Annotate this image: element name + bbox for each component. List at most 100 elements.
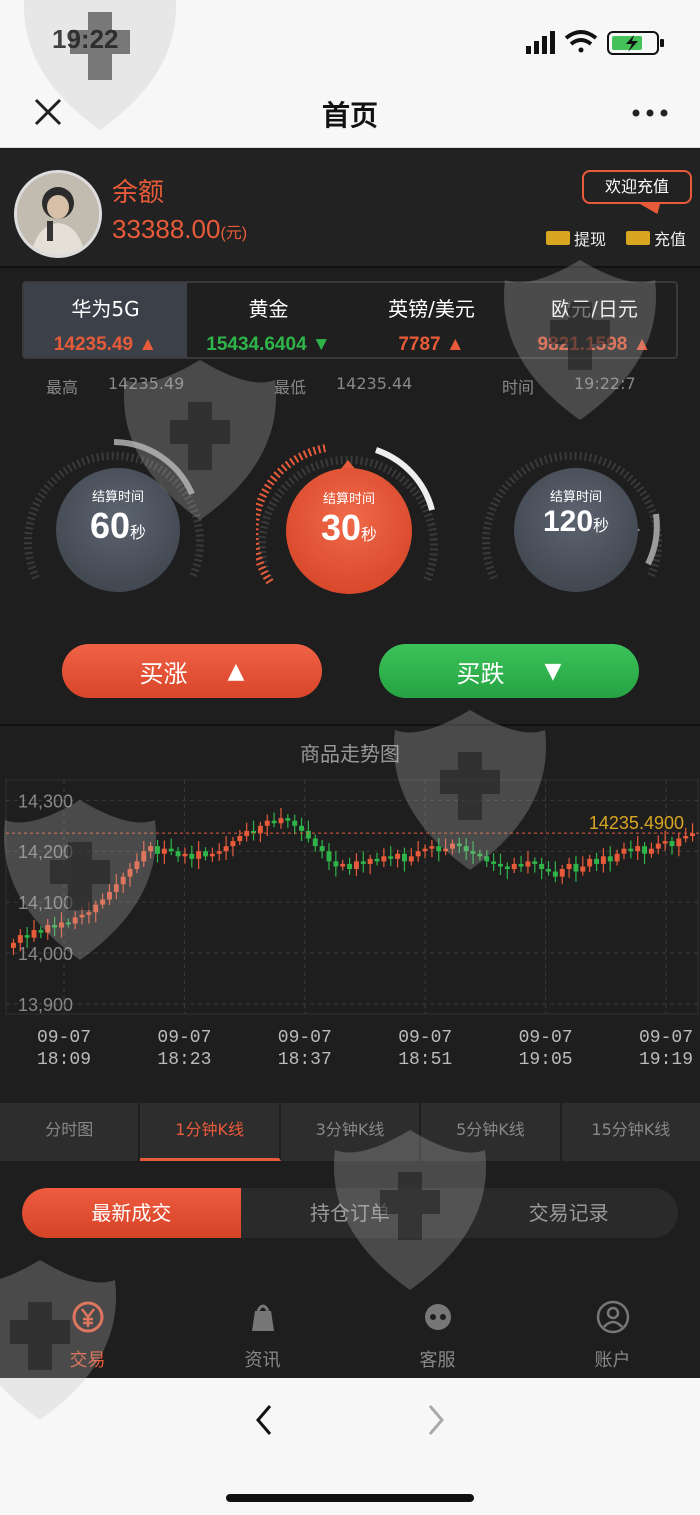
arrow-up-icon: ▲ xyxy=(138,334,158,355)
settlement-dial-120[interactable]: 结算时间 120秒 xyxy=(480,434,664,618)
candle-body xyxy=(594,858,599,864)
candle-body xyxy=(552,871,558,877)
candle-body xyxy=(161,848,167,854)
candle-body xyxy=(587,858,593,867)
candle-body xyxy=(148,846,154,852)
period-tab-5min[interactable]: 5分钟K线 xyxy=(421,1103,562,1161)
candle-body xyxy=(189,853,195,859)
low-label: 最低 xyxy=(274,378,307,397)
asset-tab-eurjpy[interactable]: 欧元/日元 9821.1598 ▲ xyxy=(513,283,676,357)
nav-item-news[interactable]: 资讯 xyxy=(175,1285,350,1377)
asset-price: 15434.6404 ▼ xyxy=(206,334,331,355)
candle-body xyxy=(134,861,140,870)
candle-body xyxy=(395,853,401,859)
asset-tabs: 华为5G 14235.49 ▲ 黄金 15434.6404 ▼ 英镑/美元 77… xyxy=(22,281,678,359)
arrow-up-icon: ▲ xyxy=(227,658,245,684)
buy-down-button[interactable]: 买跌 ▼ xyxy=(379,644,639,698)
battery-icon xyxy=(607,31,664,55)
candle-body xyxy=(408,856,414,862)
withdraw-button[interactable]: 提现 xyxy=(546,226,606,250)
avatar[interactable] xyxy=(14,170,102,258)
x-tick-time: 19:05 xyxy=(519,1050,573,1070)
candle-body xyxy=(422,848,428,852)
candle-body xyxy=(388,856,394,859)
candle-body xyxy=(31,930,37,938)
x-tick-time: 19:19 xyxy=(639,1050,693,1070)
x-tick-time: 18:09 xyxy=(37,1050,91,1070)
x-tick-date: 09-07 xyxy=(519,1028,573,1048)
period-tab-1min[interactable]: 1分钟K线 xyxy=(140,1103,281,1161)
candle-body xyxy=(278,818,284,824)
more-icon[interactable] xyxy=(630,100,670,126)
candle-body xyxy=(566,863,572,870)
candle-body xyxy=(676,838,682,847)
nav-item-service[interactable]: 客服 xyxy=(350,1285,525,1377)
asset-tab-gold[interactable]: 黄金 15434.6404 ▼ xyxy=(187,283,350,357)
kline-chart[interactable]: 13,90014,00014,10014,20014,30009-0718:09… xyxy=(0,770,700,1080)
period-tab-3min[interactable]: 3分钟K线 xyxy=(281,1103,422,1161)
candle-body xyxy=(257,825,263,834)
buy-up-label: 买涨 xyxy=(139,659,188,688)
candle-body xyxy=(621,848,627,854)
nav-item-account[interactable]: 账户 xyxy=(525,1285,700,1377)
candle-body xyxy=(573,863,579,872)
candle-body xyxy=(271,820,277,824)
period-tab-timeshare[interactable]: 分时图 xyxy=(0,1103,141,1161)
candle-body xyxy=(655,843,661,849)
wifi-icon xyxy=(564,30,598,53)
chevron-right-icon[interactable] xyxy=(420,1400,450,1440)
arrow-down-icon: ▼ xyxy=(544,658,562,684)
settlement-dial-30[interactable]: 结算时间 30秒 xyxy=(256,438,440,622)
candle-body xyxy=(155,846,160,854)
candle-body xyxy=(299,825,305,831)
dial-caption: 结算时间 xyxy=(91,490,144,505)
candle-body xyxy=(305,830,311,839)
chart-title: 商品走势图 xyxy=(300,742,400,766)
asset-tab-huawei[interactable]: 华为5G 14235.49 ▲ xyxy=(24,283,187,357)
x-tick-date: 09-07 xyxy=(398,1028,452,1048)
dial-value: 60 xyxy=(89,505,131,546)
nav-item-trade[interactable]: 交易 xyxy=(0,1285,175,1377)
candle-body xyxy=(141,851,147,862)
candle-body xyxy=(45,924,51,933)
asset-tab-gbpusd[interactable]: 英镑/美元 7787 ▲ xyxy=(350,283,513,357)
candle-body xyxy=(38,930,44,933)
candle-body xyxy=(436,846,442,852)
x-tick-time: 18:51 xyxy=(398,1050,452,1070)
welcome-recharge-bubble[interactable]: 欢迎充值 xyxy=(582,170,692,204)
candle-body xyxy=(196,851,202,859)
candle-body xyxy=(381,856,387,862)
candle-body xyxy=(546,869,551,872)
chevron-left-icon[interactable] xyxy=(250,1400,280,1440)
buy-up-button[interactable]: 买涨 ▲ xyxy=(62,644,322,698)
dial-caption: 结算时间 xyxy=(322,492,375,507)
candle-body xyxy=(628,848,634,852)
x-tick-date: 09-07 xyxy=(157,1028,211,1048)
candle-body xyxy=(285,818,291,821)
candle-body xyxy=(17,935,23,943)
nav-label: 资讯 xyxy=(244,1350,281,1371)
arrow-up-icon: ▲ xyxy=(445,334,465,355)
candle-body xyxy=(24,935,30,938)
asset-price: 7787 ▲ xyxy=(398,334,465,355)
candle-body xyxy=(292,820,298,826)
candle-body xyxy=(203,851,208,857)
app-root: 19:22 首页 余额 33388.00(元) 欢迎充值 提现 充值 华为5G … xyxy=(0,0,700,1515)
asset-name: 欧元/日元 xyxy=(551,297,638,321)
period-tab-15min[interactable]: 15分钟K线 xyxy=(562,1103,700,1161)
tab-trade-history[interactable]: 交易记录 xyxy=(459,1188,678,1238)
tab-latest-trades[interactable]: 最新成交 xyxy=(22,1188,241,1238)
candle-body xyxy=(237,835,243,842)
signal-icon xyxy=(526,31,555,54)
candle-body xyxy=(353,861,359,870)
candle-body xyxy=(429,846,435,849)
high-value: 14235.49 xyxy=(108,374,185,393)
dial-unit: 秒 xyxy=(130,523,147,542)
candle-body xyxy=(216,851,222,854)
recharge-button[interactable]: 充值 xyxy=(626,226,686,250)
candle-body xyxy=(10,942,16,948)
y-tick-label: 14,200 xyxy=(18,842,73,862)
tab-open-orders[interactable]: 持仓订单 xyxy=(241,1188,460,1238)
settlement-dial-60[interactable]: 结算时间 60秒 xyxy=(22,434,206,618)
balance-amount: 33388.00 xyxy=(112,214,221,244)
